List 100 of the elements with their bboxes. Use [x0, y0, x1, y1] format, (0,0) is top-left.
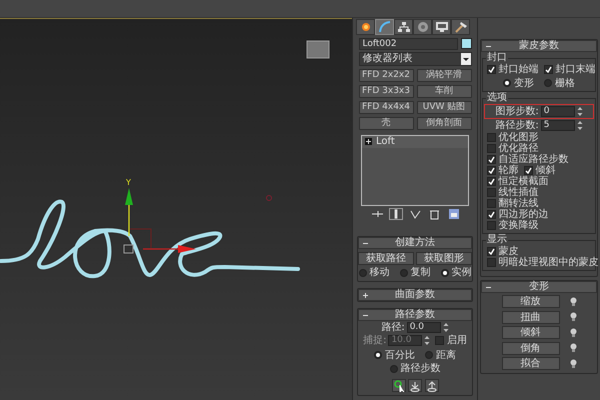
- radio-button[interactable]: [440, 268, 448, 276]
- action-button[interactable]: 获取路径: [358, 252, 414, 264]
- radio-label: 移动: [370, 267, 390, 278]
- monitor-icon: [434, 21, 448, 33]
- checkbox-label: 变换降级: [498, 220, 538, 230]
- rollout-title: 蒙皮参数: [519, 40, 559, 51]
- checkbox-label: 恒定横截面: [498, 176, 548, 186]
- radio-label: 距离: [436, 350, 456, 360]
- panel-tab[interactable]: [451, 19, 470, 35]
- modifier-button[interactable]: 车削: [416, 84, 472, 98]
- panel-tab[interactable]: [356, 19, 375, 35]
- modifier-button[interactable]: 壳: [358, 116, 414, 130]
- checkbox[interactable]: [486, 258, 496, 266]
- checkbox[interactable]: [486, 198, 496, 208]
- deformation-button[interactable]: 缩放: [502, 295, 560, 308]
- spinner-arrows-icon[interactable]: [442, 322, 449, 333]
- panel-tab[interactable]: [394, 19, 413, 35]
- radio-button[interactable]: [390, 364, 398, 372]
- spinner-arrows-icon[interactable]: [576, 106, 583, 116]
- modifier-list-dropdown[interactable]: 修改器列表: [358, 52, 472, 66]
- checkbox[interactable]: [544, 65, 552, 74]
- color-swatch[interactable]: [460, 38, 472, 49]
- checkbox[interactable]: [486, 176, 496, 186]
- spinner-label: 路径步数:: [495, 120, 539, 130]
- modifier-button[interactable]: FFD 3x3x3: [358, 84, 414, 98]
- radio-label: 实例: [452, 267, 472, 278]
- rollout-header[interactable]: 曲面参数: [358, 289, 472, 301]
- stack-item-label: Loft: [376, 136, 395, 147]
- checkbox[interactable]: [486, 154, 496, 164]
- radio-label: 变形: [514, 78, 534, 88]
- checkbox[interactable]: [524, 166, 532, 174]
- dropdown-label: 修改器列表: [362, 53, 412, 65]
- tool-button[interactable]: [408, 379, 422, 392]
- checkbox-label: 翻转法线: [498, 198, 538, 208]
- deformation-button[interactable]: 倒角: [502, 342, 560, 354]
- checkbox[interactable]: [486, 188, 496, 196]
- x-axis-arrow[interactable]: [143, 245, 196, 253]
- y-axis-arrow[interactable]: [125, 188, 133, 236]
- rollout-header[interactable]: 变形: [481, 280, 597, 292]
- radio-label: 路径步数: [400, 363, 440, 374]
- checkbox-label: 倾斜: [536, 164, 556, 176]
- check-icon: [524, 166, 532, 174]
- checkbox[interactable]: [486, 210, 496, 218]
- modifier-button[interactable]: 倒角剖面: [416, 116, 472, 130]
- rollout-title: 曲面参数: [395, 289, 435, 300]
- modifier-stack-list[interactable]: Loft: [361, 134, 469, 206]
- modifier-button[interactable]: UVW 贴图: [416, 100, 472, 114]
- number-field[interactable]: 5: [540, 120, 575, 130]
- panel-tab[interactable]: [413, 19, 432, 35]
- stack-tool-button[interactable]: [408, 208, 422, 220]
- radio-button[interactable]: [358, 268, 366, 276]
- light-bulb-icon[interactable]: [570, 343, 576, 353]
- rollout-title: 变形: [529, 280, 549, 292]
- expand-icon[interactable]: [365, 138, 372, 145]
- checkbox-label: 封口末端: [556, 64, 596, 75]
- rollout-header[interactable]: 路径参数: [358, 309, 472, 321]
- deformation-button[interactable]: 拟合: [502, 357, 560, 370]
- modifier-button[interactable]: 涡轮平滑: [416, 68, 472, 82]
- love-tube-drawing[interactable]: [0, 200, 300, 278]
- checkbox[interactable]: [486, 144, 496, 152]
- spinner-arrows-icon[interactable]: [576, 120, 583, 130]
- viewport[interactable]: Y: [0, 18, 352, 400]
- checkbox[interactable]: [486, 65, 496, 74]
- radio-button[interactable]: [400, 268, 408, 276]
- checkbox[interactable]: [486, 132, 496, 142]
- checkbox[interactable]: [486, 220, 496, 230]
- light-bulb-icon[interactable]: [570, 358, 576, 368]
- number-field[interactable]: 0.0: [406, 322, 441, 333]
- stack-tool-button[interactable]: [389, 208, 403, 220]
- checkbox-label: 明暗处理视图中的蒙皮: [498, 256, 598, 268]
- rollout-header[interactable]: 创建方法: [358, 237, 472, 249]
- rollout-header[interactable]: 蒙皮参数: [481, 40, 597, 52]
- tool-button[interactable]: [424, 379, 438, 392]
- checkbox[interactable]: [486, 246, 496, 256]
- number-field[interactable]: 0: [540, 106, 575, 116]
- radio-button[interactable]: [374, 351, 382, 359]
- stack-item[interactable]: Loft: [362, 136, 468, 148]
- modifier-button[interactable]: FFD 4x4x4: [358, 100, 414, 114]
- spinner-label: 图形步数:: [495, 106, 539, 116]
- light-bulb-icon[interactable]: [570, 312, 576, 322]
- deformation-button[interactable]: 扭曲: [502, 310, 560, 324]
- checkbox[interactable]: [486, 166, 496, 174]
- action-button[interactable]: 获取图形: [416, 252, 472, 264]
- checkbox-label: 四边形的边: [498, 208, 548, 220]
- group-title: 封口: [486, 52, 508, 63]
- radio-label: 百分比: [385, 350, 415, 360]
- light-bulb-icon[interactable]: [570, 296, 576, 306]
- hierarchy-icon: [396, 21, 410, 33]
- panel-tab[interactable]: [432, 19, 451, 35]
- stack-tool-button[interactable]: [446, 208, 460, 220]
- radio-button[interactable]: [503, 79, 511, 87]
- light-bulb-icon[interactable]: [570, 328, 576, 338]
- deformation-button[interactable]: 倾斜: [502, 326, 560, 339]
- radio-button[interactable]: [425, 351, 433, 359]
- object-name-field[interactable]: Loft002: [358, 38, 458, 50]
- radio-button[interactable]: [544, 79, 552, 87]
- check-icon: [488, 66, 494, 73]
- tool-button[interactable]: [392, 379, 406, 392]
- modifier-button[interactable]: FFD 2x2x2: [358, 68, 414, 82]
- check-icon: [488, 248, 494, 254]
